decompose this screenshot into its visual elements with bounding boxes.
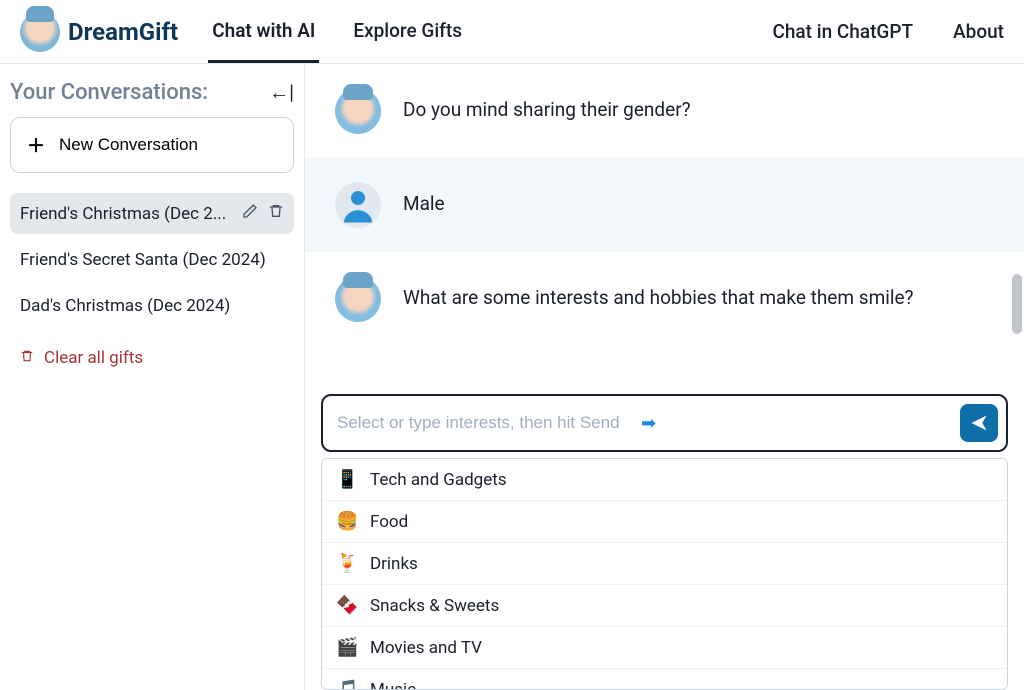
nav-tabs: Chat with AI Explore Gifts <box>208 1 466 63</box>
option-emoji-icon: 🍔 <box>336 511 358 532</box>
message-row: Male <box>305 158 1024 252</box>
dropdown-option[interactable]: 📱 Tech and Gadgets <box>322 459 1007 501</box>
tab-explore-gifts[interactable]: Explore Gifts <box>349 1 466 63</box>
collapse-sidebar-icon[interactable]: ←| <box>269 80 294 105</box>
conversation-item[interactable]: Dad's Christmas (Dec 2024) <box>10 286 294 326</box>
clear-gifts-label: Clear all gifts <box>44 348 143 368</box>
new-conversation-button[interactable]: ＋ New Conversation <box>10 117 294 173</box>
dropdown-option[interactable]: 🍫 Snacks & Sweets <box>322 585 1007 627</box>
option-emoji-icon: 🎬 <box>336 637 358 658</box>
dropdown-option[interactable]: 🍹 Drinks <box>322 543 1007 585</box>
message-row: What are some interests and hobbies that… <box>305 252 1024 346</box>
logo-text: DreamGift <box>68 18 178 46</box>
conversation-label: Friend's Christmas (Dec 2... <box>20 204 234 224</box>
option-label: Tech and Gadgets <box>370 470 507 490</box>
message-row: Do you mind sharing their gender? <box>305 64 1024 158</box>
arrow-right-icon: ➡ <box>641 413 656 434</box>
option-emoji-icon: 📱 <box>336 469 358 490</box>
option-label: Movies and TV <box>370 638 482 658</box>
dropdown-option[interactable]: 🍔 Food <box>322 501 1007 543</box>
conversation-label: Friend's Secret Santa (Dec 2024) <box>20 250 284 270</box>
option-label: Food <box>370 512 408 532</box>
chat-area: Do you mind sharing their gender? Male W… <box>305 64 1024 690</box>
chat-input[interactable] <box>337 413 637 433</box>
logo[interactable]: DreamGift <box>20 12 178 52</box>
logo-icon <box>20 12 60 52</box>
option-emoji-icon: 🍫 <box>336 595 358 616</box>
dropdown-option[interactable]: 🎬 Movies and TV <box>322 627 1007 669</box>
conversation-item[interactable]: Friend's Secret Santa (Dec 2024) <box>10 240 294 280</box>
dropdown-option[interactable]: 🎵 Music <box>322 669 1007 690</box>
main-area: Your Conversations: ←| ＋ New Conversatio… <box>0 64 1024 690</box>
link-chat-in-chatgpt[interactable]: Chat in ChatGPT <box>772 20 913 43</box>
app-header: DreamGift Chat with AI Explore Gifts Cha… <box>0 0 1024 64</box>
option-emoji-icon: 🎵 <box>336 679 358 690</box>
user-avatar-icon <box>335 182 381 228</box>
ai-avatar-icon <box>335 276 381 322</box>
conversation-item[interactable]: Friend's Christmas (Dec 2... <box>10 193 294 234</box>
ai-avatar-icon <box>335 88 381 134</box>
clear-all-gifts-button[interactable]: Clear all gifts <box>10 336 294 380</box>
send-button[interactable] <box>960 404 998 442</box>
option-label: Snacks & Sweets <box>370 596 499 616</box>
sidebar: Your Conversations: ←| ＋ New Conversatio… <box>0 64 305 690</box>
trash-icon[interactable] <box>268 203 284 224</box>
chat-input-container: ➡ <box>321 394 1008 452</box>
message-list: Do you mind sharing their gender? Male W… <box>305 64 1024 382</box>
conversation-list: Friend's Christmas (Dec 2... Friend's Se… <box>10 193 294 326</box>
option-label: Drinks <box>370 554 418 574</box>
tab-chat-with-ai[interactable]: Chat with AI <box>208 1 319 63</box>
sidebar-header: Your Conversations: ←| <box>10 76 294 117</box>
pencil-icon[interactable] <box>242 203 258 224</box>
link-about[interactable]: About <box>953 20 1004 43</box>
plus-icon: ＋ <box>27 132 45 158</box>
conversation-label: Dad's Christmas (Dec 2024) <box>20 296 284 316</box>
message-text: Male <box>403 182 445 215</box>
header-right: Chat in ChatGPT About <box>772 20 1004 43</box>
message-text: Do you mind sharing their gender? <box>403 88 691 121</box>
option-label: Music <box>370 680 416 690</box>
option-emoji-icon: 🍹 <box>336 553 358 574</box>
interests-dropdown[interactable]: 📱 Tech and Gadgets 🍔 Food 🍹 Drinks 🍫 Sna… <box>321 458 1008 690</box>
sidebar-title: Your Conversations: <box>10 80 208 105</box>
new-conversation-label: New Conversation <box>59 135 198 155</box>
trash-icon <box>20 348 34 368</box>
message-text: What are some interests and hobbies that… <box>403 276 914 309</box>
